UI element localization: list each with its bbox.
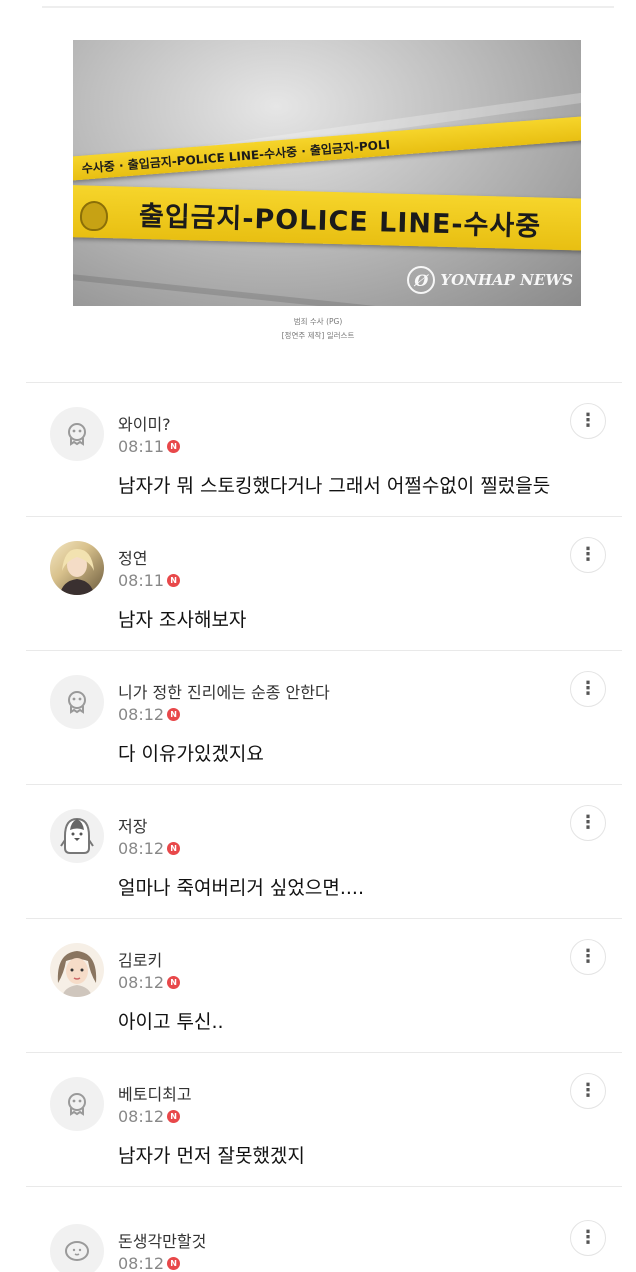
comment-time: 08:11 N (118, 437, 181, 456)
more-vertical-icon[interactable]: ⋮ (570, 1220, 606, 1256)
comment-text: 남자 조사해보자 (118, 609, 247, 631)
comment-item: 저장 08:12 N 얼마나 죽여버리거 싶었으면.... ⋮ (26, 785, 622, 919)
comment-time: 08:12 N (118, 973, 181, 992)
avatar[interactable] (50, 1077, 104, 1131)
avatar[interactable] (50, 407, 104, 461)
avatar[interactable] (50, 1224, 104, 1272)
default-avatar-icon (68, 691, 86, 714)
comment-text: 남자가 뭐 스토킹했다거나 그래서 어쩔수없이 찔렀을듯 (118, 475, 551, 497)
top-divider (42, 6, 614, 8)
new-badge-icon: N (167, 1110, 181, 1123)
more-vertical-icon[interactable]: ⋮ (570, 537, 606, 573)
comment-author[interactable]: 김로키 (118, 947, 162, 971)
comment-item: 와이미? 08:11 N 남자가 뭐 스토킹했다거나 그래서 어쩔수없이 찔렀을… (26, 383, 622, 517)
caption-line-1: 범죄 수사 (PG) (293, 317, 343, 326)
new-badge-icon: N (167, 1257, 181, 1270)
comment-item: 베토디최고 08:12 N 남자가 먼저 잘못했겠지 ⋮ (26, 1053, 622, 1187)
comment-author[interactable]: 베토디최고 (118, 1081, 192, 1105)
comment-time: 08:11 N (118, 571, 181, 590)
comment-item: 김로키 08:12 N 아이고 투신.. ⋮ (26, 919, 622, 1053)
new-badge-icon: N (167, 574, 181, 587)
comment-time: 08:12 N (118, 705, 181, 724)
comment-time: 08:12 N (118, 1254, 181, 1272)
comment-author[interactable]: 저장 (118, 813, 147, 837)
comment-text: 남자가 먼저 잘못했겠지 (118, 1145, 305, 1167)
comment-text: 다 이유가있겠지요 (118, 743, 264, 765)
more-vertical-icon[interactable]: ⋮ (570, 805, 606, 841)
new-badge-icon: N (167, 842, 181, 855)
image-caption: 범죄 수사 (PG) [정연주 제작] 일러스트 (0, 315, 636, 343)
avatar[interactable] (50, 541, 104, 595)
more-vertical-icon[interactable]: ⋮ (570, 939, 606, 975)
more-vertical-icon[interactable]: ⋮ (570, 1073, 606, 1109)
article-image: 수사중 · 출입금지-POLICE LINE-수사중 · 출입금지-POLI 출… (73, 40, 581, 306)
police-tape-front: 출입금지-POLICE LINE-수사중 (73, 184, 581, 252)
new-badge-icon: N (167, 708, 181, 721)
smile-avatar-icon (65, 1241, 89, 1261)
comment-time: 08:12 N (118, 839, 181, 858)
new-badge-icon: N (167, 976, 181, 989)
avatar[interactable] (50, 809, 104, 863)
more-vertical-icon[interactable]: ⋮ (570, 403, 606, 439)
default-avatar-icon (68, 1093, 86, 1116)
profile-photo-icon (60, 549, 94, 595)
penguin-avatar-icon (60, 817, 94, 854)
watermark: Ø YONHAP NEWS (407, 266, 573, 294)
police-badge-icon (79, 200, 109, 232)
new-badge-icon: N (167, 440, 181, 453)
yonhap-logo-icon: Ø (407, 266, 436, 294)
police-tape-back: 수사중 · 출입금지-POLICE LINE-수사중 · 출입금지-POLI (73, 114, 581, 182)
comment-text: 아이고 투신.. (118, 1011, 224, 1033)
comment-time: 08:12 N (118, 1107, 181, 1126)
comment-author[interactable]: 돈생각만할것 (118, 1228, 206, 1252)
more-vertical-icon[interactable]: ⋮ (570, 671, 606, 707)
comment-author[interactable]: 니가 정한 진리에는 순종 안한다 (118, 679, 330, 703)
comment-item: 정연 08:11 N 남자 조사해보자 ⋮ (26, 517, 622, 651)
illustration-avatar-icon (57, 951, 97, 997)
comment-item: 돈생각만할것 08:12 N ⋮ (26, 1200, 622, 1272)
comment-text: 얼마나 죽여버리거 싶었으면.... (118, 877, 364, 899)
caption-line-2: [정연주 제작] 일러스트 (281, 331, 355, 340)
avatar[interactable] (50, 675, 104, 729)
comment-author[interactable]: 정연 (118, 545, 147, 569)
comment-item: 니가 정한 진리에는 순종 안한다 08:12 N 다 이유가있겠지요 ⋮ (26, 651, 622, 785)
default-avatar-icon (68, 423, 86, 446)
comment-author[interactable]: 와이미? (118, 411, 171, 435)
avatar[interactable] (50, 943, 104, 997)
